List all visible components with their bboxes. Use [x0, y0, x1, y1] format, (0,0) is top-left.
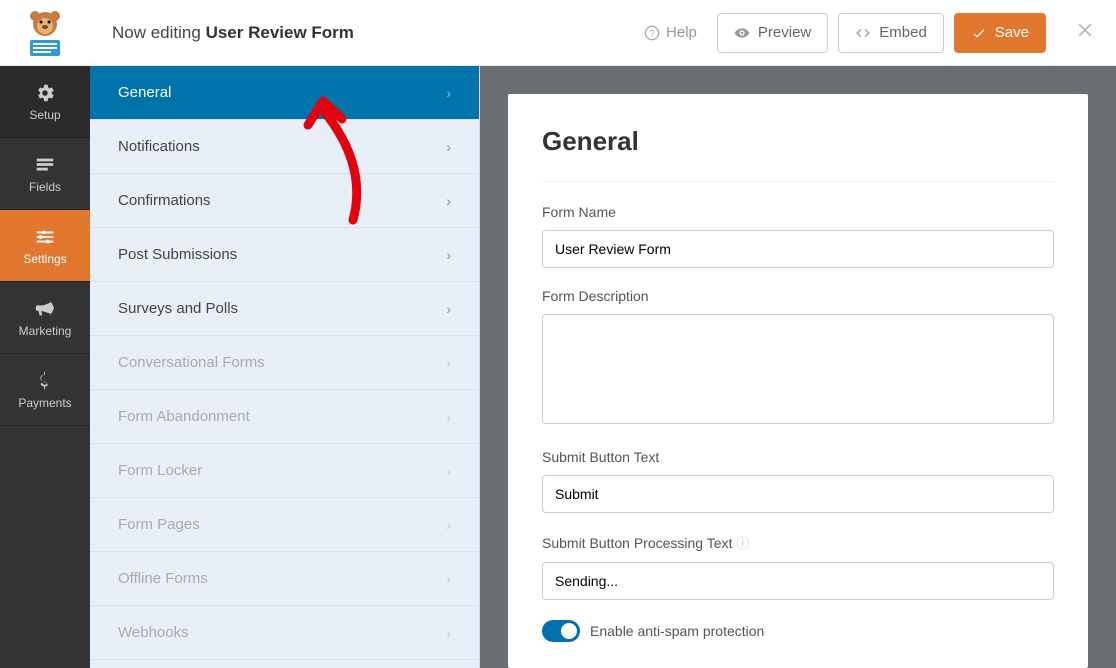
eye-icon [734, 25, 750, 41]
editing-title: Now editing User Review Form [112, 23, 354, 43]
nav-fields[interactable]: Fields [0, 138, 90, 210]
save-button[interactable]: Save [954, 13, 1046, 53]
chevron-right-icon: › [446, 409, 451, 425]
settings-row-surveys-polls[interactable]: Surveys and Polls› [90, 282, 479, 336]
form-description-label: Form Description [542, 288, 1054, 304]
submit-text-label: Submit Button Text [542, 449, 1054, 465]
close-button[interactable] [1074, 19, 1096, 46]
editing-form-name: User Review Form [206, 23, 354, 42]
code-icon [855, 25, 871, 41]
app-logo [0, 0, 90, 66]
help-icon: ? [644, 25, 660, 41]
settings-row-pages[interactable]: Form Pages› [90, 498, 479, 552]
nav-setup[interactable]: Setup [0, 66, 90, 138]
settings-row-conversational[interactable]: Conversational Forms› [90, 336, 479, 390]
general-settings-card: General Form Name Form Description Submi… [508, 94, 1088, 668]
close-icon [1074, 19, 1096, 41]
chevron-right-icon: › [446, 301, 451, 317]
settings-row-locker[interactable]: Form Locker› [90, 444, 479, 498]
content-area: General Form Name Form Description Submi… [480, 66, 1116, 668]
form-name-label: Form Name [542, 204, 1054, 220]
check-icon [971, 25, 987, 41]
chevron-right-icon: › [446, 139, 451, 155]
chevron-right-icon: › [446, 193, 451, 209]
embed-button[interactable]: Embed [838, 13, 944, 53]
settings-row-general[interactable]: General› [90, 66, 479, 120]
submit-text-input[interactable] [542, 475, 1054, 513]
processing-text-label: Submit Button Processing Text ⓘ [542, 533, 1054, 552]
antispam-toggle[interactable] [542, 620, 580, 642]
nav-payments[interactable]: Payments [0, 354, 90, 426]
top-bar: Now editing User Review Form ? Help Prev… [0, 0, 1116, 66]
chevron-right-icon: › [446, 571, 451, 587]
form-description-input[interactable] [542, 314, 1054, 424]
settings-row-webhooks[interactable]: Webhooks› [90, 606, 479, 660]
left-icon-bar: Setup Fields Settings Marketing Payments [0, 66, 90, 668]
chevron-right-icon: › [446, 625, 451, 641]
chevron-right-icon: › [446, 517, 451, 533]
settings-row-notifications[interactable]: Notifications› [90, 120, 479, 174]
form-name-input[interactable] [542, 230, 1054, 268]
settings-row-offline[interactable]: Offline Forms› [90, 552, 479, 606]
antispam-label: Enable anti-spam protection [590, 623, 764, 639]
settings-menu: General› Notifications› Confirmations› P… [90, 66, 480, 668]
chevron-right-icon: › [446, 463, 451, 479]
bullhorn-icon [34, 298, 56, 320]
form-icon [34, 154, 56, 176]
svg-text:?: ? [649, 28, 654, 38]
chevron-right-icon: › [446, 355, 451, 371]
settings-row-confirmations[interactable]: Confirmations› [90, 174, 479, 228]
dollar-icon [34, 370, 56, 392]
divider [542, 181, 1054, 182]
help-tip-icon[interactable]: ⓘ [736, 536, 749, 551]
gear-icon [34, 82, 56, 104]
editing-prefix: Now editing [112, 23, 201, 42]
settings-row-abandonment[interactable]: Form Abandonment› [90, 390, 479, 444]
panel-heading: General [542, 126, 1054, 157]
sliders-icon [34, 226, 56, 248]
nav-settings[interactable]: Settings [0, 210, 90, 282]
chevron-right-icon: › [446, 85, 451, 101]
nav-marketing[interactable]: Marketing [0, 282, 90, 354]
preview-button[interactable]: Preview [717, 13, 828, 53]
settings-row-post-submissions[interactable]: Post Submissions› [90, 228, 479, 282]
chevron-right-icon: › [446, 247, 451, 263]
processing-text-input[interactable] [542, 562, 1054, 600]
help-link[interactable]: ? Help [644, 24, 697, 41]
